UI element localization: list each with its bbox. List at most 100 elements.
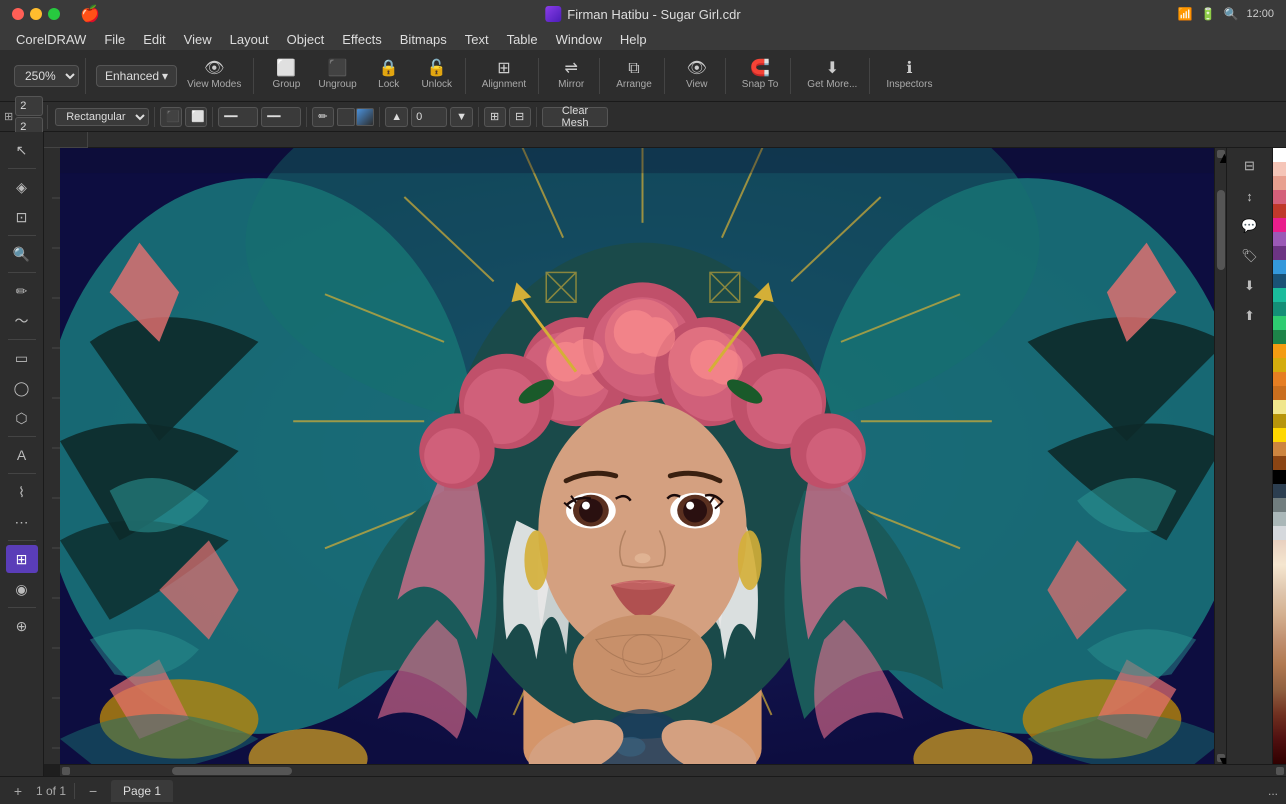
- menu-table[interactable]: Table: [499, 30, 546, 49]
- group-button[interactable]: ⬜ Group: [264, 56, 308, 96]
- maximize-button[interactable]: [48, 8, 60, 20]
- color-yellow2[interactable]: [1273, 358, 1286, 372]
- color-purple2[interactable]: [1273, 246, 1286, 260]
- search-icon[interactable]: 🔍: [1224, 7, 1239, 21]
- mesh-toggle-btn2[interactable]: ⊟: [509, 107, 531, 127]
- menu-object[interactable]: Object: [279, 30, 333, 49]
- color-magenta[interactable]: [1273, 218, 1286, 232]
- minimize-button[interactable]: [30, 8, 42, 20]
- horizontal-scrollbar[interactable]: [60, 764, 1286, 776]
- menu-effects[interactable]: Effects: [334, 30, 390, 49]
- color-lighter-gray[interactable]: [1273, 526, 1286, 540]
- color-teal2[interactable]: [1273, 302, 1286, 316]
- color-black[interactable]: [1273, 470, 1286, 484]
- color-yellow1[interactable]: [1273, 344, 1286, 358]
- alignment-button[interactable]: ⊞ Alignment: [476, 56, 532, 96]
- color-red[interactable]: [1273, 204, 1286, 218]
- tb2-arrow-down[interactable]: ▼: [450, 107, 473, 127]
- align-tool[interactable]: ⊕: [6, 612, 38, 640]
- color-green2[interactable]: [1273, 330, 1286, 344]
- lock-button[interactable]: 🔒 Lock: [367, 56, 411, 96]
- color-khaki[interactable]: [1273, 400, 1286, 414]
- scroll-thumb[interactable]: [1217, 190, 1225, 270]
- menu-edit[interactable]: Edit: [135, 30, 173, 49]
- right-panel-btn1[interactable]: ⊟: [1234, 152, 1266, 180]
- fill-tool[interactable]: ⋯: [6, 508, 38, 536]
- menu-file[interactable]: File: [96, 30, 133, 49]
- arrange-button[interactable]: ⧉ Arrange: [610, 56, 658, 96]
- scroll-right-button[interactable]: [1276, 767, 1284, 775]
- menu-layout[interactable]: Layout: [222, 30, 277, 49]
- unlock-button[interactable]: 🔓 Unlock: [415, 56, 459, 96]
- ellipse-tool[interactable]: ◯: [6, 374, 38, 402]
- snap-to-button[interactable]: 🧲 Snap To: [736, 56, 785, 96]
- color-pink1[interactable]: [1273, 190, 1286, 204]
- shape-tool[interactable]: ◈: [6, 173, 38, 201]
- zoom-select[interactable]: 250% 100% 200%: [14, 65, 79, 87]
- scroll-left-button[interactable]: [62, 767, 70, 775]
- tb2-btn4[interactable]: ━━: [261, 107, 301, 127]
- view-button[interactable]: 👁 View: [675, 56, 719, 96]
- mesh-toggle-btn[interactable]: ⊞: [484, 107, 506, 127]
- value-input[interactable]: [411, 107, 447, 127]
- color-teal1[interactable]: [1273, 288, 1286, 302]
- pen-btn[interactable]: ✏: [312, 107, 334, 127]
- right-panel-btn6[interactable]: ⬆: [1234, 302, 1266, 330]
- freehand-tool[interactable]: ✏: [6, 277, 38, 305]
- menu-coreldraw[interactable]: CorelDRAW: [8, 30, 94, 49]
- artistic-tool[interactable]: 〜: [6, 307, 38, 335]
- more-options[interactable]: ...: [1268, 784, 1278, 798]
- tb2-arrow-up[interactable]: ▲: [385, 107, 408, 127]
- menu-help[interactable]: Help: [612, 30, 655, 49]
- right-panel-btn3[interactable]: 💬: [1234, 212, 1266, 240]
- tb2-btn1[interactable]: ⬛: [160, 107, 182, 127]
- right-panel-btn5[interactable]: ⬇: [1234, 272, 1266, 300]
- color-navy[interactable]: [1273, 274, 1286, 288]
- ungroup-button[interactable]: ⬛ Ungroup: [312, 56, 362, 96]
- color-gold1[interactable]: [1273, 414, 1286, 428]
- close-button[interactable]: [12, 8, 24, 20]
- menu-view[interactable]: View: [176, 30, 220, 49]
- view-modes-button[interactable]: 👁 View Modes: [181, 56, 247, 96]
- zoom-tool[interactable]: 🔍: [6, 240, 38, 268]
- eyedropper2-tool[interactable]: ◉: [6, 575, 38, 603]
- color-skin1[interactable]: [1273, 162, 1286, 176]
- menu-window[interactable]: Window: [548, 30, 610, 49]
- select-tool[interactable]: ↖: [6, 136, 38, 164]
- color-purple1[interactable]: [1273, 232, 1286, 246]
- color-brown1[interactable]: [1273, 442, 1286, 456]
- right-panel-btn4[interactable]: 🏷: [1234, 242, 1266, 270]
- color-orange2[interactable]: [1273, 386, 1286, 400]
- vertical-scrollbar[interactable]: ▲ ▼: [1214, 148, 1226, 764]
- menu-bitmaps[interactable]: Bitmaps: [392, 30, 455, 49]
- color-medium-gray[interactable]: [1273, 498, 1286, 512]
- rectangle-tool[interactable]: ▭: [6, 344, 38, 372]
- menu-text[interactable]: Text: [457, 30, 497, 49]
- shape-select[interactable]: Rectangular Elliptical: [55, 108, 149, 126]
- add-page-button[interactable]: +: [8, 781, 28, 801]
- color-white[interactable]: [1273, 148, 1286, 162]
- inspectors-button[interactable]: ℹ Inspectors: [880, 56, 938, 96]
- rows-input[interactable]: [15, 96, 43, 116]
- tb2-btn2[interactable]: ⬜: [185, 107, 207, 127]
- remove-page-button[interactable]: −: [83, 781, 103, 801]
- scroll-down-button[interactable]: ▼: [1217, 754, 1225, 762]
- hscroll-thumb[interactable]: [172, 767, 292, 775]
- canvas-area[interactable]: ▲ ▼: [60, 148, 1226, 764]
- mesh-fill-tool[interactable]: ⊞: [6, 545, 38, 573]
- mirror-button[interactable]: ⇌ Mirror: [549, 56, 593, 96]
- tb2-btn3[interactable]: ━━: [218, 107, 258, 127]
- view-mode-button[interactable]: Enhanced ▾: [96, 65, 177, 87]
- color-light-gray[interactable]: [1273, 512, 1286, 526]
- eyedropper-tool[interactable]: ⌇: [6, 478, 38, 506]
- polygon-tool[interactable]: ⬡: [6, 404, 38, 432]
- color-gold2[interactable]: [1273, 428, 1286, 442]
- text-tool[interactable]: A: [6, 441, 38, 469]
- color-gradient-strip[interactable]: [1273, 540, 1286, 764]
- right-panel-btn2[interactable]: ↕: [1234, 182, 1266, 210]
- get-more-button[interactable]: ⬇ Get More...: [801, 56, 863, 96]
- clear-mesh-button[interactable]: Clear Mesh: [542, 107, 608, 127]
- color-blue1[interactable]: [1273, 260, 1286, 274]
- scroll-up-button[interactable]: ▲: [1217, 150, 1225, 158]
- color-green1[interactable]: [1273, 316, 1286, 330]
